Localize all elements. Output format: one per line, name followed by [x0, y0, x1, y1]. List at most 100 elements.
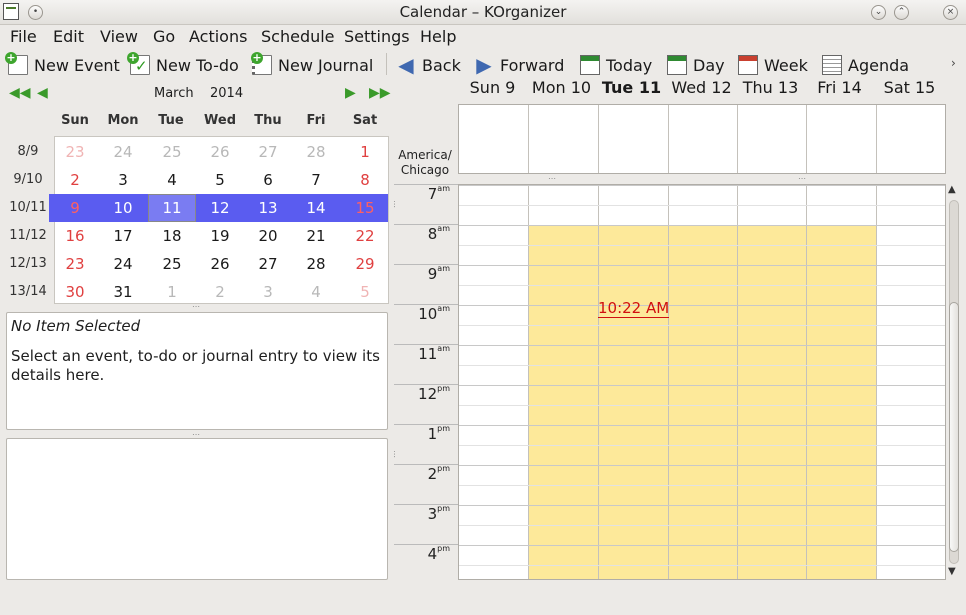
calendar-day[interactable]: 18	[148, 222, 196, 250]
forward-button[interactable]: ▶ Forward	[474, 53, 564, 77]
day-view-button[interactable]: Day	[667, 53, 725, 77]
calendar-day[interactable]: 9	[51, 194, 99, 222]
menu-edit[interactable]: Edit	[53, 27, 84, 46]
calendar-day[interactable]: 11	[148, 194, 196, 222]
time-slot-line	[459, 365, 945, 366]
next-month-icon[interactable]: ▶	[345, 85, 356, 101]
main-toolbar: + New Event + New To-do + New Journal ◀ …	[0, 50, 966, 78]
calendar-day[interactable]: 2	[196, 278, 244, 306]
splitter-handle[interactable]: ⋯	[192, 302, 201, 311]
week-number[interactable]: 9/10	[6, 172, 50, 187]
calendar-day[interactable]: 24	[99, 138, 147, 166]
back-button[interactable]: ◀ Back	[396, 53, 461, 77]
allday-splitter-handle[interactable]: ⋯	[548, 174, 557, 183]
agenda-view-button[interactable]: Agenda	[822, 53, 909, 77]
todo-list-panel[interactable]	[6, 438, 388, 580]
menu-help[interactable]: Help	[420, 27, 456, 46]
all-day-events-area[interactable]	[458, 104, 946, 174]
calendar-day[interactable]: 26	[196, 138, 244, 166]
calendar-day[interactable]: 30	[51, 278, 99, 306]
allday-splitter-handle-2[interactable]: ⋯	[798, 174, 807, 183]
week-view-button[interactable]: Week	[738, 53, 808, 77]
column-header-tue[interactable]: Tue 11	[597, 78, 666, 97]
calendar-day[interactable]: 3	[99, 166, 147, 194]
menu-actions[interactable]: Actions	[189, 27, 247, 46]
new-todo-button[interactable]: + New To-do	[127, 52, 239, 77]
calendar-day[interactable]: 5	[196, 166, 244, 194]
calendar-day[interactable]: 15	[341, 194, 389, 222]
scroll-thumb[interactable]	[949, 302, 959, 552]
calendar-day[interactable]: 7	[292, 166, 340, 194]
dow-thu: Thu	[254, 113, 282, 128]
calendar-day[interactable]: 4	[292, 278, 340, 306]
calendar-day[interactable]: 5	[341, 278, 389, 306]
calendar-day[interactable]: 20	[244, 222, 292, 250]
calendar-day[interactable]: 28	[292, 138, 340, 166]
calendar-day[interactable]: 3	[244, 278, 292, 306]
column-header-fri[interactable]: Fri 14	[805, 78, 874, 97]
maximize-icon[interactable]: ⌃	[894, 5, 909, 20]
menu-schedule[interactable]: Schedule	[261, 27, 335, 46]
calendar-day[interactable]: 12	[196, 194, 244, 222]
calendar-day[interactable]: 25	[148, 138, 196, 166]
calendar-day[interactable]: 10	[99, 194, 147, 222]
calendar-day[interactable]: 29	[341, 250, 389, 278]
calendar-day[interactable]: 28	[292, 250, 340, 278]
today-button[interactable]: Today	[580, 53, 652, 77]
calendar-day[interactable]: 21	[292, 222, 340, 250]
calendar-day[interactable]: 19	[196, 222, 244, 250]
calendar-day[interactable]: 26	[196, 250, 244, 278]
close-icon[interactable]: ×	[943, 5, 958, 20]
time-slot-line	[459, 565, 945, 566]
calendar-day[interactable]: 1	[148, 278, 196, 306]
calendar-day[interactable]: 27	[244, 138, 292, 166]
time-slot-line	[459, 385, 945, 386]
new-event-button[interactable]: + New Event	[5, 52, 120, 77]
week-number[interactable]: 8/9	[6, 144, 50, 159]
calendar-day[interactable]: 8	[341, 166, 389, 194]
year-selector[interactable]: 2014	[210, 86, 243, 101]
calendar-day[interactable]: 23	[51, 250, 99, 278]
time-slot-line	[459, 345, 945, 346]
column-header-thu[interactable]: Thu 13	[736, 78, 805, 97]
column-header-sat[interactable]: Sat 15	[875, 78, 944, 97]
menu-file[interactable]: File	[10, 27, 37, 46]
scroll-up-icon[interactable]: ▲	[948, 184, 956, 195]
calendar-day[interactable]: 23	[51, 138, 99, 166]
calendar-day[interactable]: 25	[148, 250, 196, 278]
calendar-day[interactable]: 27	[244, 250, 292, 278]
menu-settings[interactable]: Settings	[344, 27, 410, 46]
scroll-down-icon[interactable]: ▼	[948, 566, 956, 577]
menu-go[interactable]: Go	[153, 27, 175, 46]
calendar-day[interactable]: 2	[51, 166, 99, 194]
calendar-day[interactable]: 31	[99, 278, 147, 306]
new-journal-button[interactable]: + New Journal	[251, 52, 373, 77]
week-number[interactable]: 10/11	[6, 200, 50, 215]
calendar-day[interactable]: 13	[244, 194, 292, 222]
month-selector[interactable]: March	[154, 86, 194, 101]
timezone-label: America/ Chicago	[394, 148, 456, 178]
calendar-day[interactable]: 6	[244, 166, 292, 194]
agenda-time-grid[interactable]: 10:22 AM	[458, 184, 946, 580]
column-header-mon[interactable]: Mon 10	[527, 78, 596, 97]
toolbar-overflow-icon[interactable]: ›	[951, 56, 956, 70]
agenda-list-icon	[822, 55, 842, 75]
minimize-icon[interactable]: ⌄	[871, 5, 886, 20]
agenda-vertical-scrollbar[interactable]: ▲ ▼	[946, 184, 962, 580]
next-year-icon[interactable]: ▶▶	[369, 85, 391, 101]
calendar-day[interactable]: 4	[148, 166, 196, 194]
calendar-day[interactable]: 24	[99, 250, 147, 278]
calendar-day[interactable]: 22	[341, 222, 389, 250]
week-number[interactable]: 13/14	[6, 284, 50, 299]
calendar-day[interactable]: 17	[99, 222, 147, 250]
menu-view[interactable]: View	[100, 27, 138, 46]
calendar-day[interactable]: 16	[51, 222, 99, 250]
previous-year-icon[interactable]: ◀◀	[9, 85, 31, 101]
week-number[interactable]: 11/12	[6, 228, 50, 243]
calendar-day[interactable]: 14	[292, 194, 340, 222]
week-number[interactable]: 12/13	[6, 256, 50, 271]
column-header-sun[interactable]: Sun 9	[458, 78, 527, 97]
column-header-wed[interactable]: Wed 12	[667, 78, 736, 97]
previous-month-icon[interactable]: ◀	[37, 85, 48, 101]
calendar-day[interactable]: 1	[341, 138, 389, 166]
